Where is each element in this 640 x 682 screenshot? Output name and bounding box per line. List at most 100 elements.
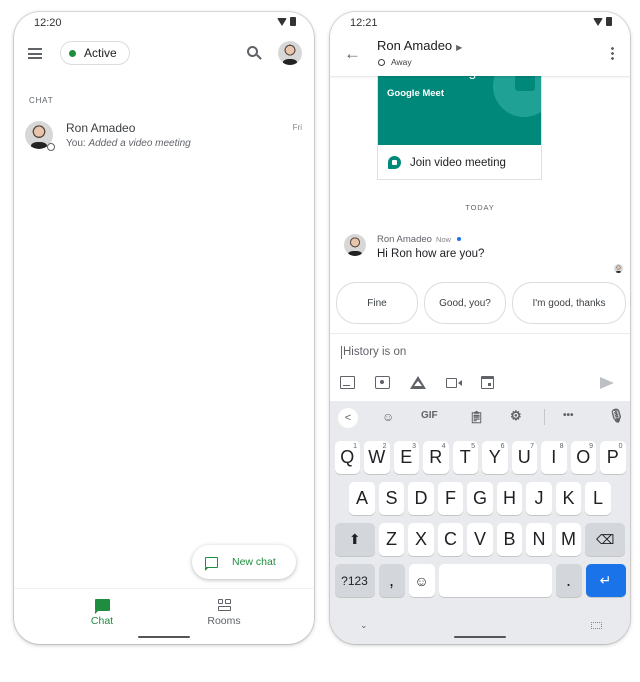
send-icon[interactable] [600,377,614,389]
presence-status-button[interactable]: Active [60,41,130,65]
away-status-icon [47,143,55,151]
image-icon[interactable] [340,376,355,389]
status-time: 12:21 [350,17,378,29]
key-label: U [517,447,531,467]
symbols-key[interactable]: ?123 [334,564,375,597]
menu-icon[interactable] [28,48,42,59]
smart-reply-button[interactable]: Fine [336,282,418,324]
letter-key[interactable]: K [555,482,582,515]
camera-icon[interactable] [375,376,390,389]
letter-key[interactable]: J [526,482,552,515]
letter-key[interactable]: U7 [511,441,537,474]
drive-icon[interactable] [410,376,426,389]
sender-name: Ron Amadeo [377,234,432,245]
new-chat-label: New chat [232,556,276,568]
letter-key[interactable]: A [349,482,375,515]
smart-replies: Fine Good, you? I'm good, thanks [336,282,626,324]
join-meeting-button[interactable]: Join video meeting [378,145,541,179]
back-arrow-icon[interactable]: ← [344,44,361,64]
chat-preview: You: Added a video meeting [66,138,191,149]
gesture-handle[interactable] [454,636,506,638]
keyboard-nav: ⌄ [330,614,630,644]
nav-tab-chat[interactable]: Chat [62,597,142,627]
letter-key[interactable]: B [496,523,523,556]
letter-key[interactable]: E3 [393,441,419,474]
smart-reply-button[interactable]: I'm good, thanks [512,282,626,324]
letter-key[interactable]: W2 [364,441,390,474]
letter-key[interactable]: C [437,523,464,556]
letter-key[interactable]: G [467,482,493,515]
sticker-icon[interactable]: ☺ [382,410,394,424]
letter-key[interactable]: N [526,523,552,556]
bottom-navigation: Chat Rooms [14,588,314,644]
enter-icon: ↵ [599,572,612,588]
letter-key[interactable]: P0 [600,441,626,474]
chat-list-item[interactable]: Ron Amadeo You: Added a video meeting Fr… [14,116,314,162]
letter-key[interactable]: D [408,482,434,515]
nav-label: Chat [90,615,114,627]
gesture-handle[interactable] [138,636,190,638]
letter-key[interactable]: M [555,523,582,556]
enter-key[interactable]: ↵ [585,564,626,597]
join-label: Join video meeting [410,156,506,169]
letter-key[interactable]: O9 [570,441,596,474]
presence-label: Active [84,46,117,60]
microphone-icon[interactable]: 🎙︎ [608,408,625,424]
letter-key[interactable]: T5 [452,441,478,474]
backspace-key[interactable]: ⌫ [585,523,626,556]
shift-key[interactable]: ⬆ [334,523,375,556]
message-composer: History is on [330,333,630,401]
letter-key[interactable]: Q1 [334,441,360,474]
letter-key[interactable]: R4 [423,441,449,474]
comma-key[interactable]: , [378,564,405,597]
key-row-1: Q1W2E3R4T5Y6U7I8O9P0 [330,441,630,474]
message-input[interactable]: History is on [341,346,406,359]
status-bar: 12:21 [330,12,630,34]
settings-gear-icon[interactable]: ⚙ [510,408,522,424]
active-dot-icon [69,49,76,57]
account-avatar[interactable] [278,41,302,65]
key-hint: 2 [382,443,387,450]
chat-time: Fri [292,123,302,132]
contact-name: Ron Amadeo [377,38,453,53]
more-options-icon[interactable] [611,46,614,61]
video-call-icon[interactable] [446,377,462,388]
keyboard-switch-icon[interactable] [591,622,602,629]
letter-key[interactable]: I8 [541,441,567,474]
nav-tab-rooms[interactable]: Rooms [184,597,264,627]
calendar-icon[interactable] [481,376,494,389]
letter-key[interactable]: H [496,482,523,515]
away-status-icon [378,58,385,66]
period-key[interactable]: . [555,564,582,597]
new-chat-button[interactable]: New chat [192,545,296,579]
key-hint: 3 [412,443,416,450]
more-icon[interactable]: ••• [563,410,574,421]
gif-button[interactable]: GIF [421,410,438,421]
date-divider: TODAY [465,203,495,212]
letter-key[interactable]: Z [378,523,405,556]
chevron-left-icon[interactable]: < [338,408,358,428]
emoji-key[interactable]: ☺ [408,564,435,597]
letter-key[interactable]: V [467,523,493,556]
key-label: O [576,447,591,467]
letter-key[interactable]: Y6 [482,441,508,474]
key-row-4: ?123 , ☺ . ↵ [330,564,630,597]
keyboard-toolbar: < ☺ GIF 📋︎ ⚙ ••• 🎙︎ [330,401,630,433]
contact-name-button[interactable]: Ron Amadeo ▶ [377,38,462,53]
preview-text: Added a video meeting [88,138,191,149]
unread-dot-icon [456,237,461,242]
smart-reply-button[interactable]: Good, you? [424,282,506,324]
letter-key[interactable]: X [408,523,434,556]
key-hint: 4 [441,443,446,450]
letter-key[interactable]: S [378,482,405,515]
hide-keyboard-icon[interactable]: ⌄ [360,620,368,631]
nav-label: Rooms [207,615,241,627]
letter-key[interactable]: F [437,482,464,515]
clipboard-icon[interactable]: 📋︎ [469,410,484,424]
key-hint: 6 [500,443,505,450]
letter-key[interactable]: L [585,482,611,515]
space-key[interactable] [438,564,552,597]
key-label: I [551,447,557,467]
conversation-screen: 12:21 ← Ron Amadeo▶ Away Video meeting G… [330,12,630,644]
search-icon[interactable] [247,46,258,57]
